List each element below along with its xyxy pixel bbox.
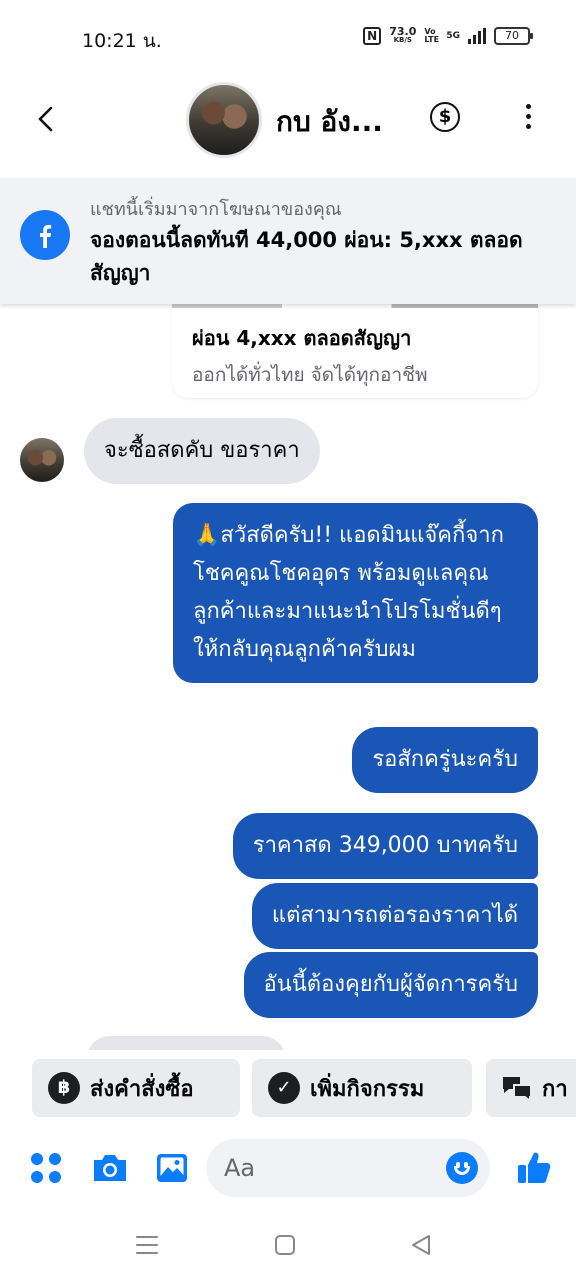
recent-apps-button[interactable] [134,1232,160,1258]
back-button[interactable] [30,102,64,136]
baht-icon: ฿ [48,1072,80,1104]
status-bar: 10:21 น. N 73.0 KB/S Vo LTE 5G 70 [0,0,576,78]
network-speed-value: 73.0 [389,25,417,38]
third-action-label: กา [542,1076,568,1102]
outgoing-message[interactable]: แต่สามารถต่อรองราคาได้ [251,883,538,949]
message-input[interactable] [224,1151,424,1185]
send-order-button[interactable]: ฿ ส่งคำสั่งซื้อ [32,1059,240,1117]
dot-icon [525,104,531,109]
status-time: 10:21 น. [82,30,162,52]
quick-actions-bar: ฿ ส่งคำสั่งซื้อ ✓ เพิ่มกิจกรรม กา [0,1050,576,1128]
ad-card[interactable]: ผ่อน 4,xxx ตลอดสัญญา ออกได้ทั่วไทย จัดได… [172,304,538,398]
send-order-label: ส่งคำสั่งซื้อ [90,1076,194,1102]
outgoing-message[interactable]: รอสักครู่นะครับ [352,727,538,793]
ad-origin-banner[interactable]: แชทนี้เริ่มมาจากโฆษณาของคุณ จองตอนนี้ลดท… [0,178,576,304]
network-type: 5G [446,30,460,41]
message-composer [0,1128,576,1210]
image-icon [157,1154,187,1182]
signal-icon [468,28,486,44]
more-options-button[interactable] [516,102,540,132]
smiley-icon [454,1166,470,1175]
outgoing-message[interactable]: ราคาสด 349,000 บาทครับ [232,813,538,879]
emoji-button[interactable] [446,1152,478,1184]
camera-icon [94,1155,126,1181]
contact-avatar[interactable] [186,82,262,158]
dollar-icon: $ [438,106,452,127]
triangle-back-icon [412,1235,430,1255]
square-icon [275,1235,295,1255]
back-nav-button[interactable] [408,1232,434,1258]
add-activity-label: เพิ่มกิจกรรม [310,1076,425,1102]
network-speed: 73.0 KB/S [389,25,417,45]
thumbs-up-icon [518,1152,551,1183]
menu-icon [136,1236,158,1254]
ad-card-image [172,304,538,308]
payment-button[interactable]: $ [430,102,460,132]
outgoing-message[interactable]: 🙏สวัสดีครับ!! แอดมินแจ๊คกี้จากโชคคูณโชคอ… [173,503,538,683]
volte-label: Vo LTE [424,27,440,44]
battery-icon: 70 [494,27,533,45]
system-navigation-bar [0,1210,576,1280]
ad-card-subtitle: ออกได้ทั่วไทย จัดได้ทุกอาชีพ [192,364,428,386]
outgoing-message[interactable]: อันนี้ต้องคุยกับผู้จัดการครับ [243,952,538,1018]
dot-icon [525,124,531,129]
like-button[interactable] [514,1148,554,1188]
incoming-message[interactable]: จะซื้อสดคับ ขอราคา [84,418,320,484]
sender-avatar[interactable] [20,438,64,482]
nfc-icon: N [363,27,382,45]
status-icons: N 73.0 KB/S Vo LTE 5G 70 [363,25,533,45]
add-activity-button[interactable]: ✓ เพิ่มกิจกรรม [252,1059,472,1117]
contact-name[interactable]: กบ อัง... [276,100,383,144]
chevron-left-icon [38,106,53,132]
grid-dots-icon [31,1153,61,1183]
ad-headline: จองตอนนี้ลดทันที 44,000 ผ่อน: 5,xxx ตลอด… [90,228,523,285]
chat-header: กบ อัง... $ [0,78,576,178]
ad-card-title: ผ่อน 4,xxx ตลอดสัญญา [192,326,412,350]
facebook-icon [20,210,70,260]
camera-button[interactable] [90,1148,130,1188]
message-input-container[interactable] [206,1139,490,1197]
check-icon: ✓ [268,1072,300,1104]
menu-grid-button[interactable] [26,1148,66,1188]
home-button[interactable] [272,1232,298,1258]
dot-icon [525,114,531,119]
chat-bubbles-icon [503,1077,532,1103]
battery-level: 70 [505,29,519,42]
ad-source-text: แชทนี้เริ่มมาจากโฆษณาของคุณ [90,199,342,220]
third-action-button[interactable]: กา [486,1059,576,1117]
gallery-button[interactable] [152,1148,192,1188]
